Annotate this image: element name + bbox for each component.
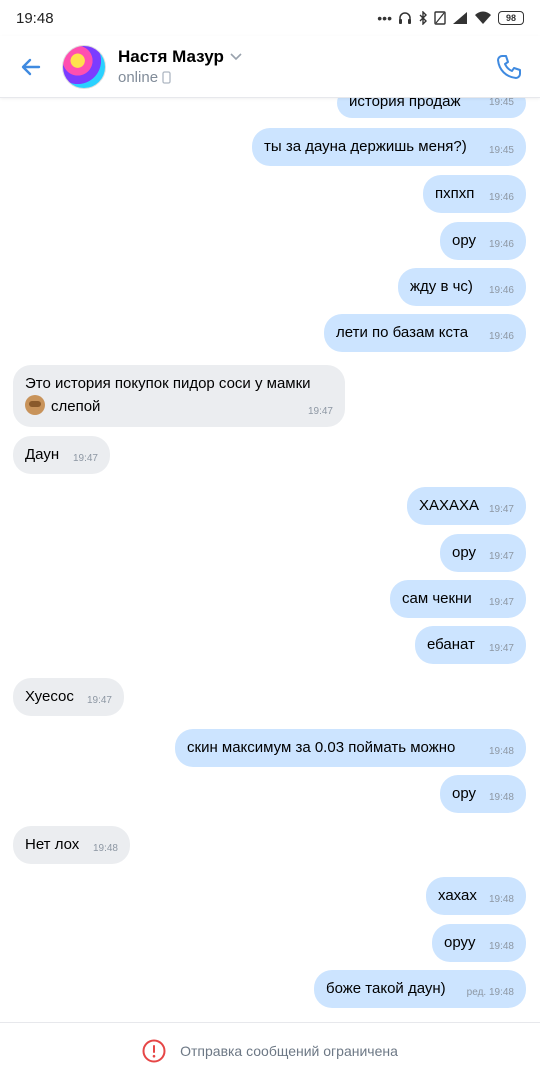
message-time: 19:45 bbox=[488, 145, 514, 156]
message-time: 19:48 bbox=[92, 843, 118, 854]
message-time: 19:48 bbox=[488, 894, 514, 905]
message-text: ебанат bbox=[427, 636, 475, 653]
message-time: 19:46 bbox=[488, 192, 514, 203]
message-time: 19:48 bbox=[488, 792, 514, 803]
status-icons: ••• 98 bbox=[377, 10, 524, 26]
message-outgoing[interactable]: пхпхп 19:46 bbox=[423, 175, 526, 213]
message-outgoing[interactable]: оруу 19:48 bbox=[432, 924, 526, 962]
message-incoming[interactable]: Даун 19:47 bbox=[13, 436, 110, 474]
message-text-line2: слепой bbox=[51, 398, 101, 415]
call-button[interactable] bbox=[492, 50, 526, 84]
contact-info[interactable]: Настя Мазур online bbox=[118, 47, 242, 86]
message-outgoing[interactable]: ХАХАХА 19:47 bbox=[407, 487, 526, 525]
message-time: 19:47 bbox=[488, 597, 514, 608]
message-text: сам чекни bbox=[402, 590, 472, 607]
arrow-left-icon bbox=[21, 58, 41, 75]
message-time: 19:48 bbox=[488, 746, 514, 757]
message-text: Нет лох bbox=[25, 836, 80, 853]
messaging-restricted-bar: Отправка сообщений ограничена bbox=[0, 1022, 540, 1078]
message-text: пхпхп bbox=[435, 185, 475, 202]
message-outgoing[interactable]: ты за дауна держишь меня?) 19:45 bbox=[252, 128, 526, 166]
message-time: 19:46 bbox=[488, 331, 514, 342]
status-bar: 19:48 ••• 98 bbox=[0, 0, 540, 36]
message-outgoing[interactable]: ору 19:47 bbox=[440, 534, 526, 572]
message-time: ред. 19:48 bbox=[466, 987, 514, 998]
message-outgoing[interactable]: скин максимум за 0.03 поймать можно 19:4… bbox=[175, 729, 526, 767]
more-dots-icon: ••• bbox=[377, 10, 392, 26]
message-outgoing[interactable]: лети по базам кста 19:46 bbox=[324, 314, 526, 352]
message-text: оруу bbox=[444, 934, 476, 951]
message-time: 19:47 bbox=[488, 643, 514, 654]
message-text: Даун bbox=[25, 446, 60, 463]
message-text: ору bbox=[452, 232, 477, 249]
message-outgoing[interactable]: ебанат 19:47 bbox=[415, 626, 526, 664]
sim-blocked-icon bbox=[434, 11, 446, 25]
message-time: 19:48 bbox=[488, 941, 514, 952]
message-outgoing[interactable]: ору 19:46 bbox=[440, 222, 526, 260]
message-text: ору bbox=[452, 785, 477, 802]
contact-name: Настя Мазур bbox=[118, 47, 224, 66]
message-time: 19:46 bbox=[488, 239, 514, 250]
message-outgoing[interactable]: ору 19:48 bbox=[440, 775, 526, 813]
chevron-down-icon bbox=[230, 53, 242, 61]
headphones-icon bbox=[399, 12, 411, 24]
message-list[interactable]: история продаж 19:45 ты за дауна держишь… bbox=[0, 82, 540, 1022]
message-text: жду в чс) bbox=[410, 278, 473, 295]
message-time: 19:46 bbox=[488, 285, 514, 296]
message-text: ты за дауна держишь меня?) bbox=[264, 138, 467, 155]
message-incoming[interactable]: Это история покупок пидор соси у мамки с… bbox=[13, 365, 345, 427]
avatar[interactable] bbox=[62, 44, 106, 89]
bluetooth-icon bbox=[419, 11, 427, 25]
message-text: ХАХАХА bbox=[419, 497, 480, 514]
message-outgoing[interactable]: сам чекни 19:47 bbox=[390, 580, 526, 618]
restriction-text: Отправка сообщений ограничена bbox=[180, 1042, 398, 1059]
online-status: online bbox=[118, 69, 159, 86]
message-text: скин максимум за 0.03 поймать можно bbox=[187, 739, 456, 756]
mobile-icon bbox=[162, 71, 171, 84]
chat-header: Настя Мазур online bbox=[0, 36, 540, 98]
message-text: хахах bbox=[438, 887, 477, 904]
wifi-icon bbox=[475, 11, 491, 24]
message-incoming[interactable]: Хуесос 19:47 bbox=[13, 678, 124, 716]
message-text: Хуесос bbox=[25, 688, 74, 705]
battery-icon: 98 bbox=[498, 11, 524, 25]
message-text: лети по базам кста bbox=[336, 324, 469, 341]
message-time: 19:47 bbox=[307, 406, 333, 417]
message-time: 19:47 bbox=[488, 551, 514, 562]
message-text: ору bbox=[452, 544, 477, 561]
message-outgoing[interactable]: хахах 19:48 bbox=[426, 877, 526, 915]
message-text: Это история покупок пидор соси у мамки bbox=[25, 375, 311, 392]
see-no-evil-monkey-icon bbox=[25, 395, 45, 415]
warning-icon bbox=[142, 1039, 166, 1062]
status-time: 19:48 bbox=[16, 9, 54, 27]
message-text: боже такой даун) bbox=[326, 980, 446, 997]
phone-icon bbox=[497, 55, 521, 79]
message-time: 19:47 bbox=[488, 504, 514, 515]
signal-icon bbox=[453, 12, 467, 24]
message-incoming[interactable]: Нет лох 19:48 bbox=[13, 826, 130, 864]
message-outgoing[interactable]: жду в чс) 19:46 bbox=[398, 268, 526, 306]
message-time: 19:47 bbox=[86, 695, 112, 706]
message-outgoing[interactable]: боже такой даун) ред. 19:48 bbox=[314, 970, 526, 1008]
back-button[interactable] bbox=[0, 36, 62, 98]
message-time: 19:47 bbox=[72, 453, 98, 464]
